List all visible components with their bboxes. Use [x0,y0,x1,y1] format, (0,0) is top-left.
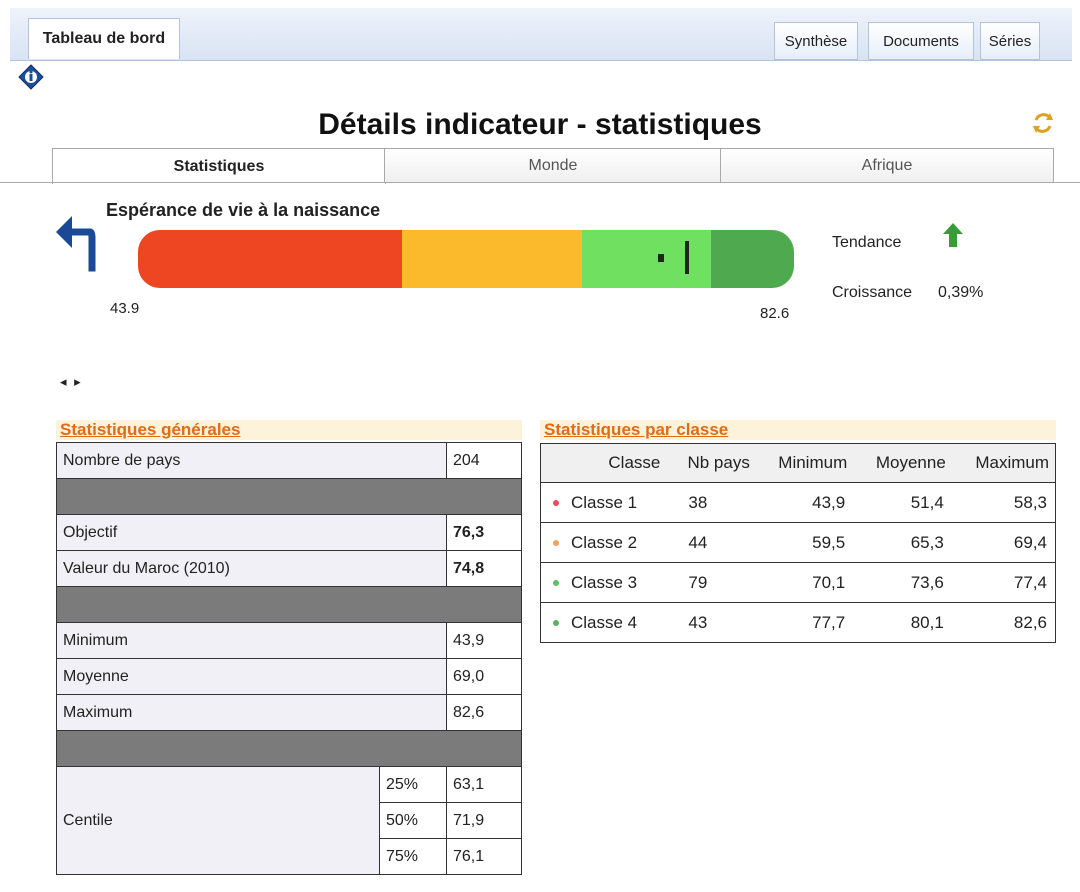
centile-value: 76,1 [446,838,522,875]
table-row: Classe 4 43 77,7 80,1 82,6 [540,602,1056,643]
class-min: 70,1 [755,562,854,603]
gauge-min-label: 43.9 [110,300,140,317]
tab-documents[interactable]: Documents [868,22,974,60]
min-value: 43,9 [446,622,522,659]
centile-value: 63,1 [446,766,522,803]
class-name: Classe 3 [571,572,638,592]
table-row: Classe 2 44 59,5 65,3 69,4 [540,522,1056,563]
page-title: Détails indicateur - statistiques [318,108,762,141]
tab-statistiques[interactable]: Statistiques [52,148,386,184]
gauge-segment [402,230,583,288]
class-name: Classe 2 [571,532,638,552]
separator-row [56,478,522,515]
tab-monde[interactable]: Monde [384,148,722,183]
class-name: Classe 1 [571,492,638,512]
class-mean: 73,6 [853,562,952,603]
class-min: 59,5 [755,522,854,563]
trend-label: Tendance [832,234,902,251]
class-color-dot [553,500,559,507]
info-icon[interactable] [18,64,44,90]
class-count: 43 [666,602,756,643]
objective-value: 76,3 [446,514,522,551]
value-marker [685,241,689,274]
objective-label: Objectif [56,514,447,551]
class-count: 79 [666,562,756,603]
morocco-value: 74,8 [446,550,522,587]
gauge-segment [582,230,711,288]
growth-label: Croissance [832,284,913,301]
count-value: 204 [446,442,522,479]
class-color-dot [553,580,559,587]
indicator-label: Espérance de vie à la naissance [106,200,381,220]
class-mean: 80,1 [853,602,952,643]
class-color-dot [553,540,559,547]
tab-afrique[interactable]: Afrique [720,148,1054,183]
refresh-icon[interactable] [1030,110,1056,136]
class-mean: 65,3 [853,522,952,563]
top-navigation-bar: Tableau de bord Synthèse Documents Série… [10,8,1072,61]
gauge-segment [138,230,403,288]
indicator-gauge [138,230,794,288]
column-header: Nb pays [666,443,756,483]
column-header: Minimum [755,443,854,483]
class-max: 58,3 [951,482,1056,523]
class-count: 38 [666,482,756,523]
separator-row [56,730,522,767]
count-label: Nombre de pays [56,442,447,479]
max-value: 82,6 [446,694,522,731]
min-label: Minimum [56,622,447,659]
growth-value: 0,39% [938,284,984,301]
max-label: Maximum [56,694,447,731]
class-max: 77,4 [951,562,1056,603]
class-max: 69,4 [951,522,1056,563]
gauge-segment [710,230,794,288]
table-row: Classe 3 79 70,1 73,6 77,4 [540,562,1056,603]
class-max: 82,6 [951,602,1056,643]
class-stats-title: Statistiques par classe [540,420,1056,440]
class-name: Classe 4 [571,612,638,632]
scroll-arrows-icon[interactable]: ◂ ▸ [60,374,83,390]
general-stats-table: Nombre de pays 204 Objectif 76,3 Valeur … [56,442,522,875]
mean-value: 69,0 [446,658,522,695]
table-row: Classe 1 38 43,9 51,4 58,3 [540,482,1056,523]
class-min: 77,7 [755,602,854,643]
gauge-max-label: 82.6 [760,305,790,322]
centile-pct: 25% [379,766,447,803]
class-count: 44 [666,522,756,563]
morocco-label: Valeur du Maroc (2010) [56,550,447,587]
mean-label: Moyenne [56,658,447,695]
back-arrow-icon[interactable] [52,210,98,272]
column-header: Maximum [951,443,1056,483]
centile-pct: 75% [379,838,447,875]
column-header: Classe [540,443,667,483]
tab-synthese[interactable]: Synthèse [774,22,858,60]
tab-series[interactable]: Séries [980,22,1040,60]
tab-dashboard[interactable]: Tableau de bord [28,18,180,59]
centile-label: Centile [56,766,380,875]
tabs-divider [0,182,1080,183]
up-arrow-icon [943,223,963,247]
centile-value: 71,9 [446,802,522,839]
general-stats-title: Statistiques générales [56,420,522,440]
separator-row [56,586,522,623]
centile-pct: 50% [379,802,447,839]
class-min: 43,9 [755,482,854,523]
class-mean: 51,4 [853,482,952,523]
class-stats-table: Classe Nb pays Minimum Moyenne Maximum C… [540,443,1056,643]
column-header: Moyenne [853,443,952,483]
target-marker [658,254,664,262]
class-color-dot [553,620,559,627]
